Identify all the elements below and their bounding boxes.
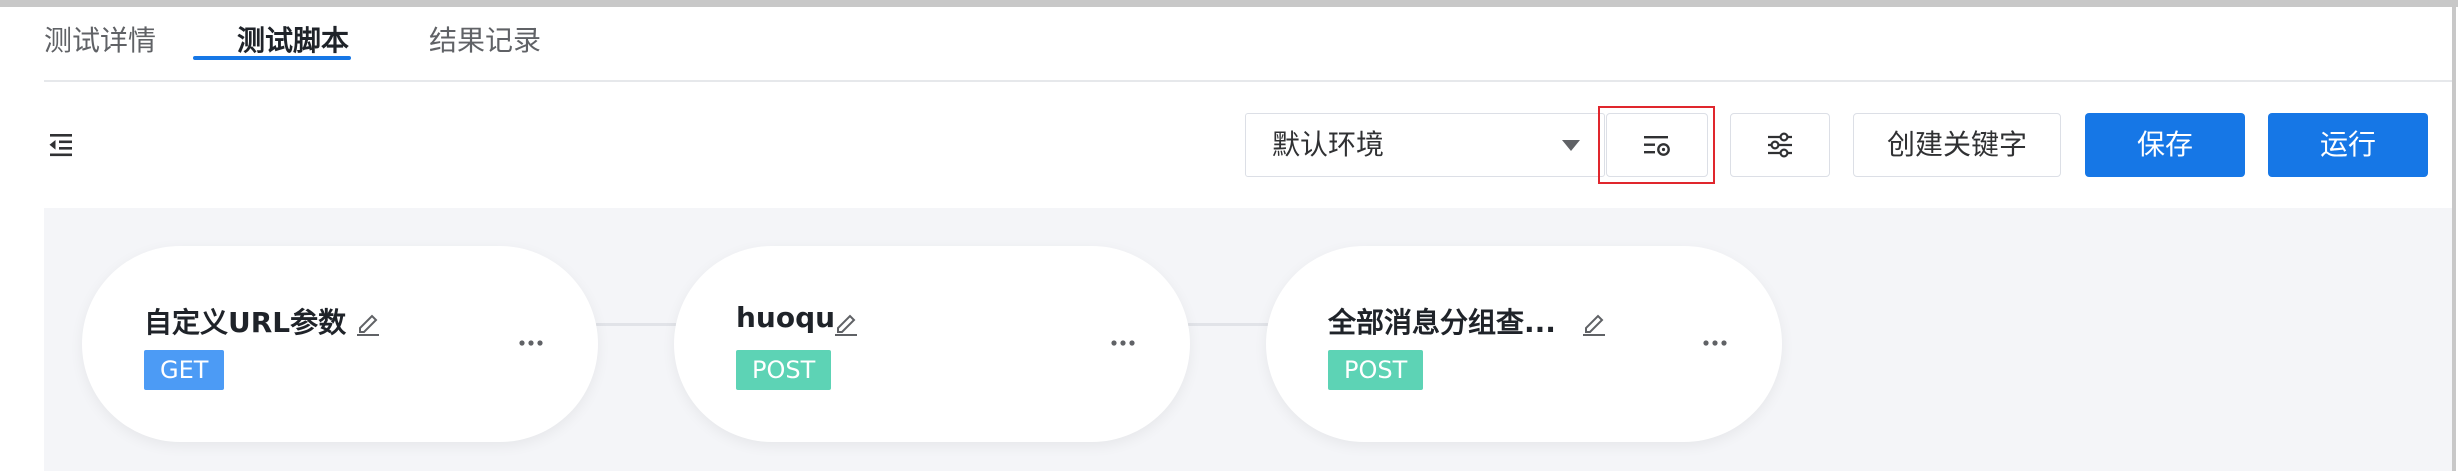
more-horizontal-icon[interactable]	[1108, 328, 1138, 358]
active-tab-indicator	[193, 56, 351, 60]
pencil-icon[interactable]	[1580, 308, 1608, 336]
flow-connector	[596, 323, 676, 326]
node-title: huoqu	[736, 301, 836, 334]
outdent-icon[interactable]	[46, 130, 76, 160]
more-horizontal-icon[interactable]	[516, 328, 546, 358]
more-horizontal-icon[interactable]	[1700, 328, 1730, 358]
save-button[interactable]: 保存	[2085, 113, 2245, 177]
method-badge-get: GET	[144, 350, 225, 390]
flow-node[interactable]: 全部消息分组查... POST	[1266, 246, 1782, 442]
environment-select[interactable]: 默认环境	[1245, 113, 1605, 177]
method-badge-post: POST	[1328, 350, 1424, 390]
pencil-icon[interactable]	[354, 308, 382, 336]
pencil-icon[interactable]	[832, 308, 860, 336]
node-title: 自定义URL参数	[144, 306, 347, 339]
window-frame-top	[0, 0, 2458, 7]
tab-result-records[interactable]: 结果记录	[429, 20, 541, 82]
tab-test-details[interactable]: 测试详情	[44, 20, 156, 82]
flow-node[interactable]: huoqu POST	[674, 246, 1190, 442]
tab-test-script[interactable]: 测试脚本	[237, 20, 349, 82]
flow-connector	[1188, 323, 1268, 326]
sliders-icon	[1768, 132, 1792, 158]
node-title: 全部消息分组查...	[1328, 306, 1556, 339]
tab-divider	[44, 80, 2452, 82]
method-badge-post: POST	[736, 350, 832, 390]
window-frame-right	[2452, 0, 2456, 471]
flow-node[interactable]: 自定义URL参数 GET	[82, 246, 598, 442]
caret-down-icon	[1562, 140, 1580, 151]
run-button[interactable]: 运行	[2268, 113, 2428, 177]
environment-select-value: 默认环境	[1272, 128, 1385, 161]
parameters-button[interactable]	[1730, 113, 1830, 177]
highlight-box	[1598, 106, 1715, 184]
create-keyword-button[interactable]: 创建关键字	[1853, 113, 2061, 177]
